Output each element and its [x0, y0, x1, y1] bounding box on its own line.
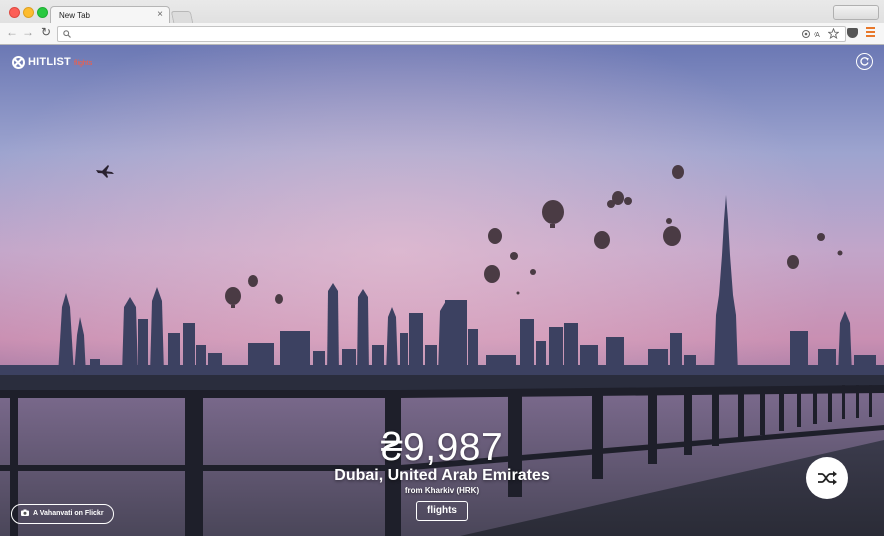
- photo-credit-text: A Vahanvati on Flickr: [33, 510, 104, 517]
- new-tab-button[interactable]: [170, 11, 194, 23]
- shuffle-icon: [818, 471, 837, 485]
- forward-icon[interactable]: →: [22, 25, 34, 39]
- toolbar: ← → ↻ ⁄A: [0, 23, 884, 44]
- maximize-window-button[interactable]: [37, 7, 48, 18]
- location-icon[interactable]: [801, 29, 811, 39]
- menu-icon[interactable]: [866, 27, 875, 38]
- photo-credit-link[interactable]: A Vahanvati on Flickr: [11, 504, 114, 524]
- hitlist-logo[interactable]: HITLIST flights: [12, 54, 92, 70]
- reload-icon[interactable]: ↻: [41, 25, 51, 39]
- logo-subtitle: flights: [73, 60, 93, 67]
- browser-chrome: New Tab × ← → ↻ ⁄A: [0, 0, 884, 45]
- tab-close-icon[interactable]: ×: [157, 9, 163, 20]
- logo-text: HITLIST: [28, 56, 71, 68]
- pocket-icon[interactable]: [847, 28, 858, 38]
- camera-icon: [21, 509, 29, 516]
- close-window-button[interactable]: [9, 7, 20, 18]
- deal-price: ₴9,987: [380, 426, 504, 469]
- refresh-icon: [860, 56, 869, 66]
- shuffle-button[interactable]: [806, 457, 848, 499]
- hitlist-logo-icon: [12, 55, 25, 69]
- tab-title: New Tab: [59, 11, 90, 20]
- svg-text:⁄A: ⁄A: [814, 32, 820, 39]
- address-bar[interactable]: [57, 26, 846, 42]
- minimize-window-button[interactable]: [23, 7, 34, 18]
- back-icon[interactable]: ←: [6, 25, 18, 39]
- tab-strip: New Tab ×: [0, 0, 884, 24]
- flights-button[interactable]: flights: [416, 501, 468, 521]
- star-icon[interactable]: [828, 28, 839, 39]
- profile-button[interactable]: [833, 5, 879, 20]
- search-icon: [63, 30, 71, 38]
- deal-origin: from Kharkiv (HRK): [404, 486, 480, 495]
- deal-destination: Dubai, United Arab Emirates: [334, 467, 550, 484]
- translate-icon[interactable]: ⁄A: [814, 29, 826, 39]
- refresh-button[interactable]: [856, 53, 873, 70]
- tab-new-tab[interactable]: New Tab ×: [50, 6, 170, 24]
- new-tab-page: HITLIST flights ₴9,987 Dubai, United Ara…: [0, 45, 884, 536]
